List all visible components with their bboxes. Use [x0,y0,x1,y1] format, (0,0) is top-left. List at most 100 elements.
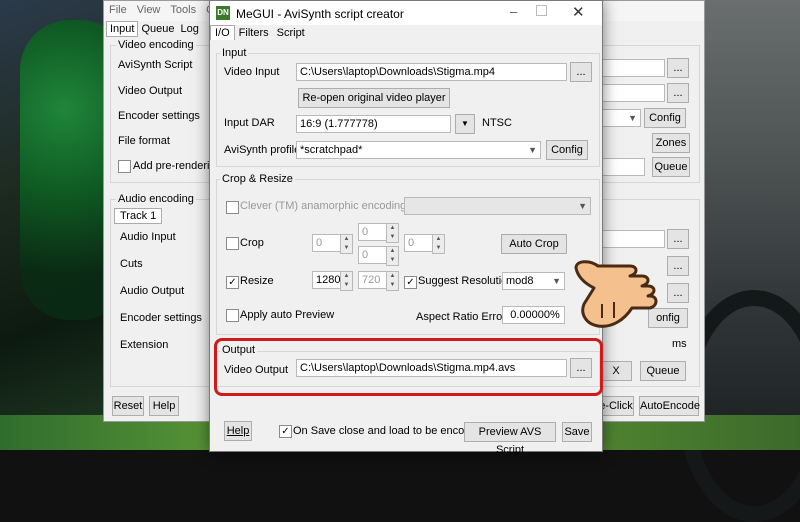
file-format-select[interactable] [600,158,645,176]
crop-top-field[interactable]: 0 [358,223,387,241]
video-queue-button[interactable]: Queue [652,157,690,177]
crop-right-spinner[interactable]: ▲ ▼ [432,234,445,254]
dialog-titlebar: DN MeGUI - AviSynth script creator – ✕ [210,1,602,25]
mod-select[interactable]: mod8 ▼ [502,272,565,290]
avisynth-profile-select[interactable]: *scratchpad* ▼ [296,141,541,159]
close-icon[interactable]: ✕ [572,3,585,21]
tab-script[interactable]: Script [273,26,309,40]
input-dar-dropdown-button[interactable]: ▼ [455,114,475,134]
background-photo-right [678,0,800,522]
clever-anamorphic-checkbox[interactable] [226,201,239,214]
resize-label: Resize [240,275,274,287]
minimize-icon[interactable]: – [510,4,517,19]
video-output-browse-button[interactable]: ... [667,83,689,103]
dialog-title: MeGUI - AviSynth script creator [236,7,404,21]
input-group-title: Input [220,47,249,59]
audio-track-tab[interactable]: Track 1 [114,208,163,224]
audio-input-field[interactable] [600,230,665,248]
tab-log[interactable]: Log [178,22,202,36]
main-help-button[interactable]: Help [149,396,179,416]
tab-io[interactable]: I/O [210,25,235,40]
dialog-tabs: I/O Filters Script [210,25,602,41]
avisynth-script-label: AviSynth Script [118,59,193,71]
menu-view[interactable]: View [132,1,166,16]
encoder-settings-label: Encoder settings [118,110,200,122]
auto-preview-label: Apply auto Preview [240,309,335,321]
resize-width-spinner[interactable]: ▲ ▼ [340,271,353,291]
reset-button[interactable]: Reset [112,396,144,416]
on-save-label: On Save close and load to be encoded [293,425,483,437]
menu-file[interactable]: File [104,1,132,16]
audio-clear-button[interactable]: X [600,361,632,381]
zones-button[interactable]: Zones [652,133,690,153]
aspect-ratio-error-label: Aspect Ratio Error [416,311,506,323]
video-input-label: Video Input [224,66,280,78]
hand-pointer-icon [572,248,672,332]
resize-checkbox[interactable]: ✓ [226,276,239,289]
menu-tools[interactable]: Tools [165,1,201,16]
crop-resize-title: Crop & Resize [220,173,295,185]
crop-left-spinner[interactable]: ▲ ▼ [340,234,353,254]
clever-anamorphic-select[interactable]: ▼ [404,197,591,215]
crop-checkbox[interactable] [226,237,239,250]
audio-input-browse-button[interactable]: ... [667,229,689,249]
mod-value: mod8 [506,275,534,287]
audio-queue-button[interactable]: Queue [640,361,686,381]
clever-anamorphic-label: Clever (TM) anamorphic encoding: [240,200,410,212]
dialog-help-button[interactable]: Help [224,421,252,441]
reopen-video-player-button[interactable]: Re-open original video player [298,88,450,108]
auto-crop-button[interactable]: Auto Crop [501,234,567,254]
video-output-field[interactable] [600,84,665,102]
extension-label: Extension [120,339,169,351]
avisynth-script-field[interactable] [600,59,665,77]
main-tabs: Input Queue Log [106,21,202,37]
resize-width-field[interactable]: 1280 [312,271,341,289]
preview-avs-script-button[interactable]: Preview AVS Script [464,422,556,456]
chevron-down-icon: ▼ [578,201,587,211]
audio-input-label: Audio Input [120,231,176,243]
ms-label: ms [672,338,687,350]
audio-encoder-settings-label: Encoder settings [120,312,202,324]
crop-label: Crop [240,237,264,249]
resize-height-field[interactable]: 720 [358,271,387,289]
maximize-icon[interactable] [536,5,547,16]
crop-top-spinner[interactable]: ▲ ▼ [386,223,399,243]
file-format-label: File format [118,135,170,147]
crop-bottom-field[interactable]: 0 [358,246,387,264]
avisynth-profile-label: AviSynth profile [224,144,301,156]
save-button[interactable]: Save [562,422,592,442]
crop-left-field[interactable]: 0 [312,234,341,252]
auto-preview-checkbox[interactable] [226,309,239,322]
tab-queue[interactable]: Queue [138,22,177,36]
output-highlight-box [214,338,603,396]
add-prerendering-checkbox[interactable] [118,160,131,173]
suggest-resolution-label: Suggest Resolution [418,275,514,287]
background-photo-left [0,0,130,450]
profile-config-button[interactable]: Config [546,140,588,160]
autoencode-button[interactable]: AutoEncode [639,396,700,416]
on-save-checkbox[interactable]: ✓ [279,425,292,438]
video-encoding-title: Video encoding [116,39,196,51]
chevron-down-icon: ▼ [528,145,537,155]
one-click-button[interactable]: e-Click [598,396,634,416]
tab-filters[interactable]: Filters [235,26,273,40]
suggest-resolution-checkbox[interactable]: ✓ [404,276,417,289]
ntsc-label: NTSC [482,117,512,129]
chevron-down-icon: ▼ [461,119,469,128]
video-config-button[interactable]: Config [644,108,686,128]
tab-input[interactable]: Input [106,21,139,37]
input-dar-label: Input DAR [224,117,275,129]
encoder-settings-select[interactable]: ▼ [600,109,641,127]
crop-bottom-spinner[interactable]: ▲ ▼ [386,246,399,266]
avisynth-script-browse-button[interactable]: ... [667,58,689,78]
app-icon: DN [216,6,230,20]
avisynth-profile-value: *scratchpad* [300,144,363,156]
chevron-down-icon: ▼ [552,276,561,286]
crop-right-field[interactable]: 0 [404,234,433,252]
video-output-label: Video Output [118,85,183,97]
aspect-ratio-error-field: 0.00000% [502,306,565,324]
video-input-field[interactable]: C:\Users\laptop\Downloads\Stigma.mp4 [296,63,567,81]
input-dar-field[interactable]: 16:9 (1.777778) [296,115,451,133]
resize-height-spinner[interactable]: ▲ ▼ [386,271,399,291]
video-input-browse-button[interactable]: ... [570,62,592,82]
